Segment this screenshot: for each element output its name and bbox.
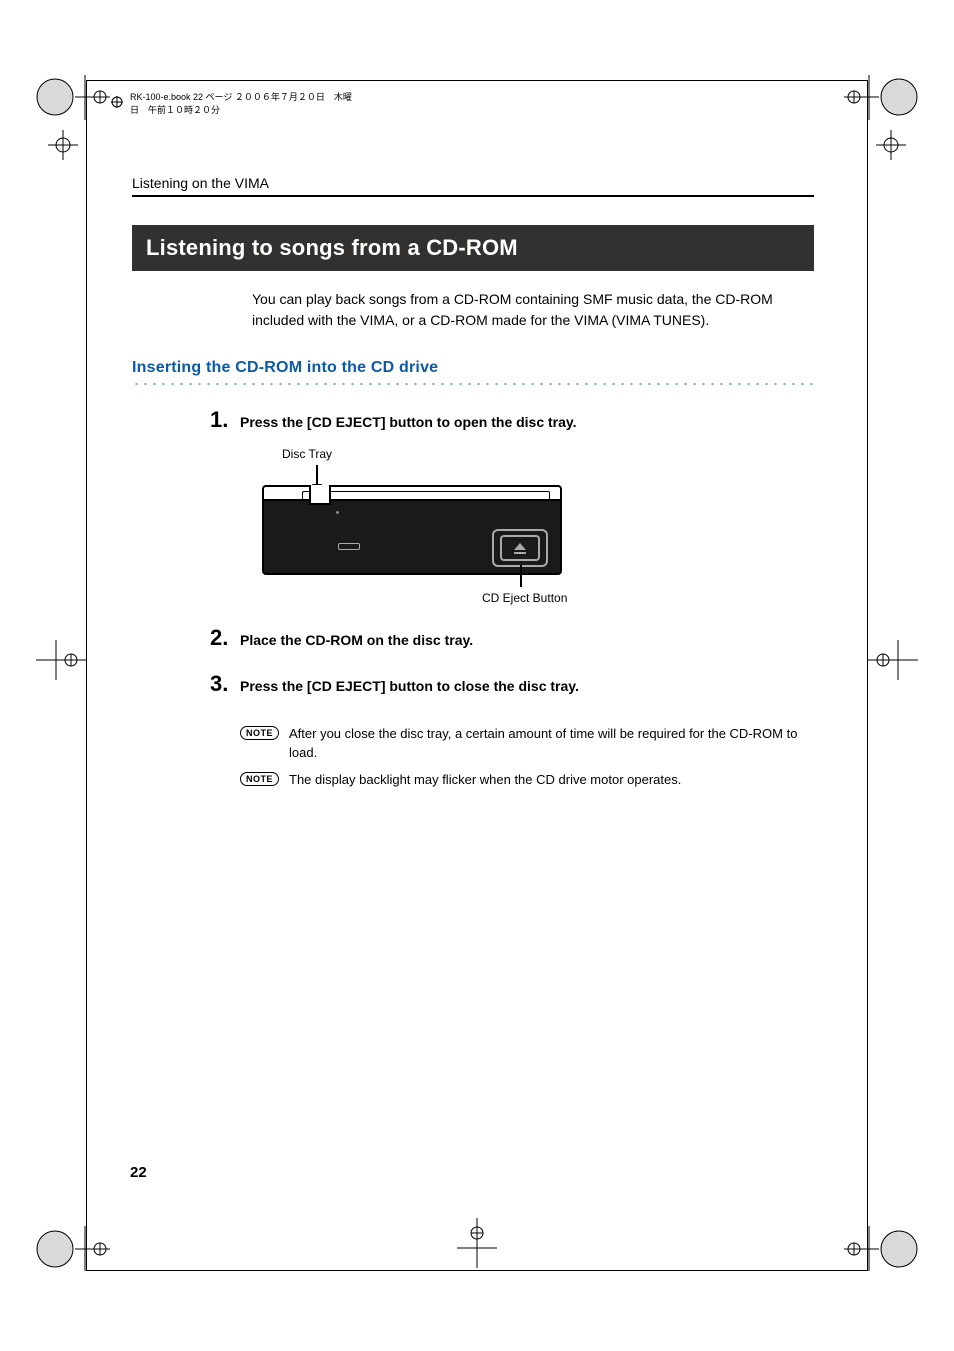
page-number: 22 [130, 1164, 147, 1181]
crop-mark-left-lower [48, 130, 78, 165]
book-header-text: RK-100-e.book 22 ページ ２００６年７月２０日 木曜日 午前１０… [130, 90, 360, 116]
note-2-text: The display backlight may flicker when t… [289, 771, 681, 790]
cd-drive-figure: Disc Tray CD Eject Button [262, 447, 582, 575]
step-2-number: 2. [210, 627, 240, 649]
note-1-text: After you close the disc tray, a certain… [289, 725, 800, 763]
section-heading: Listening to songs from a CD-ROM [132, 225, 814, 271]
note-2: NOTE The display backlight may flicker w… [240, 771, 800, 790]
cd-eject-button-label: CD Eject Button [482, 591, 567, 605]
note-1: NOTE After you close the disc tray, a ce… [240, 725, 800, 763]
subheading: Inserting the CD-ROM into the CD drive [132, 359, 814, 377]
crop-mark-left-mid [36, 640, 86, 685]
disc-tray-label: Disc Tray [282, 447, 582, 461]
step-3-number: 3. [210, 673, 240, 695]
note-badge: NOTE [240, 772, 279, 786]
step-1-text: Press the [CD EJECT] button to open the … [240, 411, 577, 433]
cd-eject-button-icon [492, 529, 548, 567]
step-3-text: Press the [CD EJECT] button to close the… [240, 675, 579, 697]
book-header: RK-100-e.book 22 ページ ２００６年７月２０日 木曜日 午前１０… [110, 93, 360, 113]
section-intro: You can play back songs from a CD-ROM co… [252, 289, 782, 331]
dotted-rule [132, 381, 814, 387]
chapter-divider [132, 195, 814, 197]
crop-mark-right-lower [876, 130, 906, 165]
step-3: 3. Press the [CD EJECT] button to close … [210, 675, 814, 697]
eject-label-pointer [520, 565, 522, 587]
cd-drive-illustration [262, 485, 562, 575]
registration-icon [110, 95, 124, 111]
page-content: Listening on the VIMA Listening to songs… [132, 175, 814, 1201]
step-2-text: Place the CD-ROM on the disc tray. [240, 629, 473, 651]
step-2: 2. Place the CD-ROM on the disc tray. [210, 629, 814, 651]
note-badge: NOTE [240, 726, 279, 740]
crop-mark-right-mid [868, 640, 918, 685]
step-1-number: 1. [210, 409, 240, 431]
step-1: 1. Press the [CD EJECT] button to open t… [210, 411, 814, 433]
chapter-title: Listening on the VIMA [132, 175, 814, 191]
